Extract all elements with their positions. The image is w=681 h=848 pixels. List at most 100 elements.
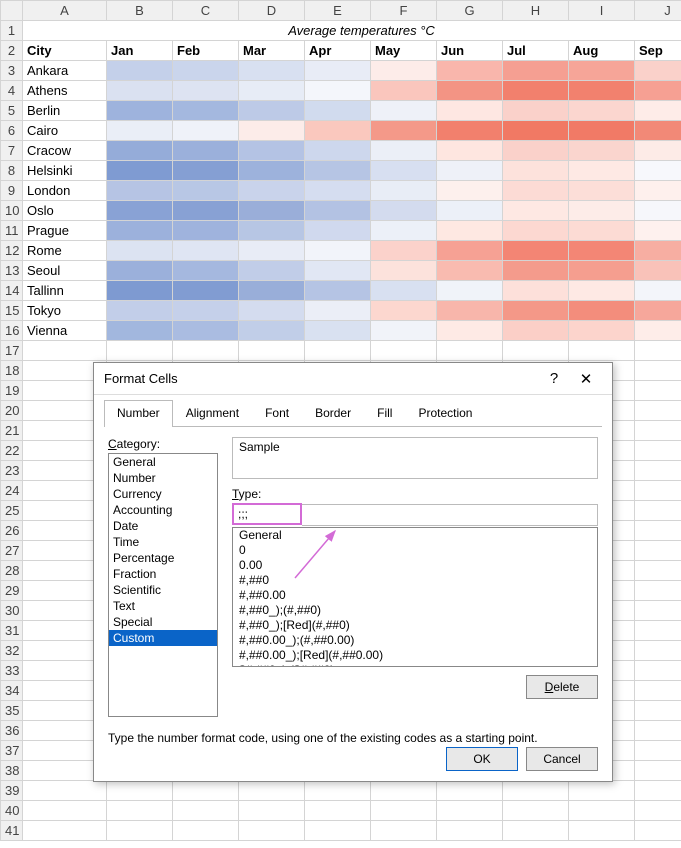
data-cell[interactable] [569,301,635,321]
help-icon[interactable]: ? [538,370,570,387]
row-header-19[interactable]: 19 [1,381,23,401]
data-cell[interactable] [107,301,173,321]
data-cell[interactable] [569,321,635,341]
data-cell[interactable] [569,81,635,101]
col-header-C[interactable]: C [173,1,239,21]
data-cell[interactable] [503,321,569,341]
category-item[interactable]: Special [109,614,217,630]
empty-cell[interactable] [635,641,681,661]
data-cell[interactable] [107,201,173,221]
empty-cell[interactable] [635,361,681,381]
empty-cell[interactable] [437,801,503,821]
format-item[interactable]: #,##0_);[Red](#,##0) [233,618,597,633]
data-cell[interactable] [437,281,503,301]
data-cell[interactable] [371,81,437,101]
data-cell[interactable] [305,281,371,301]
data-cell[interactable] [569,261,635,281]
empty-cell[interactable] [23,801,107,821]
data-cell[interactable] [437,301,503,321]
ok-button[interactable]: OK [446,747,518,771]
city-cell[interactable]: Prague [23,221,107,241]
empty-cell[interactable] [635,561,681,581]
data-cell[interactable] [173,321,239,341]
data-cell[interactable] [173,281,239,301]
data-cell[interactable] [569,101,635,121]
row-header-40[interactable]: 40 [1,801,23,821]
data-cell[interactable] [173,161,239,181]
data-cell[interactable] [107,221,173,241]
data-cell[interactable] [173,241,239,261]
data-cell[interactable] [503,61,569,81]
empty-cell[interactable] [371,781,437,801]
data-cell[interactable] [635,301,681,321]
data-cell[interactable] [569,241,635,261]
header-Feb[interactable]: Feb [173,41,239,61]
data-cell[interactable] [371,261,437,281]
row-header-12[interactable]: 12 [1,241,23,261]
data-cell[interactable] [107,121,173,141]
data-cell[interactable] [371,241,437,261]
header-Jun[interactable]: Jun [437,41,503,61]
empty-cell[interactable] [305,801,371,821]
data-cell[interactable] [239,121,305,141]
data-cell[interactable] [305,301,371,321]
data-cell[interactable] [107,61,173,81]
empty-cell[interactable] [635,481,681,501]
format-item[interactable]: #,##0.00_);[Red](#,##0.00) [233,648,597,663]
data-cell[interactable] [635,141,681,161]
row-header-9[interactable]: 9 [1,181,23,201]
data-cell[interactable] [107,101,173,121]
data-cell[interactable] [371,161,437,181]
row-header-4[interactable]: 4 [1,81,23,101]
empty-cell[interactable] [635,701,681,721]
data-cell[interactable] [569,121,635,141]
data-cell[interactable] [305,261,371,281]
category-item[interactable]: Text [109,598,217,614]
tab-protection[interactable]: Protection [405,400,485,427]
empty-cell[interactable] [107,821,173,841]
data-cell[interactable] [437,141,503,161]
format-item[interactable]: #,##0 [233,573,597,588]
empty-cell[interactable] [635,781,681,801]
data-cell[interactable] [107,241,173,261]
empty-cell[interactable] [107,781,173,801]
data-cell[interactable] [107,81,173,101]
data-cell[interactable] [437,241,503,261]
data-cell[interactable] [503,241,569,261]
title-cell[interactable]: Average temperatures °C [23,21,681,41]
data-cell[interactable] [371,181,437,201]
data-cell[interactable] [173,141,239,161]
delete-button[interactable]: Delete [526,675,598,699]
empty-cell[interactable] [173,341,239,361]
row-header-25[interactable]: 25 [1,501,23,521]
data-cell[interactable] [173,81,239,101]
data-cell[interactable] [107,141,173,161]
empty-cell[interactable] [305,781,371,801]
row-header-26[interactable]: 26 [1,521,23,541]
data-cell[interactable] [635,221,681,241]
row-header-20[interactable]: 20 [1,401,23,421]
data-cell[interactable] [437,61,503,81]
empty-cell[interactable] [173,781,239,801]
format-item[interactable]: #,##0.00_);(#,##0.00) [233,633,597,648]
row-header-8[interactable]: 8 [1,161,23,181]
data-cell[interactable] [173,201,239,221]
data-cell[interactable] [173,101,239,121]
data-cell[interactable] [569,161,635,181]
format-item[interactable]: #,##0.00 [233,588,597,603]
data-cell[interactable] [239,321,305,341]
data-cell[interactable] [503,101,569,121]
data-cell[interactable] [239,141,305,161]
data-cell[interactable] [173,261,239,281]
empty-cell[interactable] [503,801,569,821]
row-header-27[interactable]: 27 [1,541,23,561]
empty-cell[interactable] [371,341,437,361]
empty-cell[interactable] [23,341,107,361]
data-cell[interactable] [371,221,437,241]
header-Sep[interactable]: Sep [635,41,681,61]
empty-cell[interactable] [503,781,569,801]
data-cell[interactable] [107,261,173,281]
data-cell[interactable] [503,121,569,141]
row-header-39[interactable]: 39 [1,781,23,801]
tab-border[interactable]: Border [302,400,364,427]
